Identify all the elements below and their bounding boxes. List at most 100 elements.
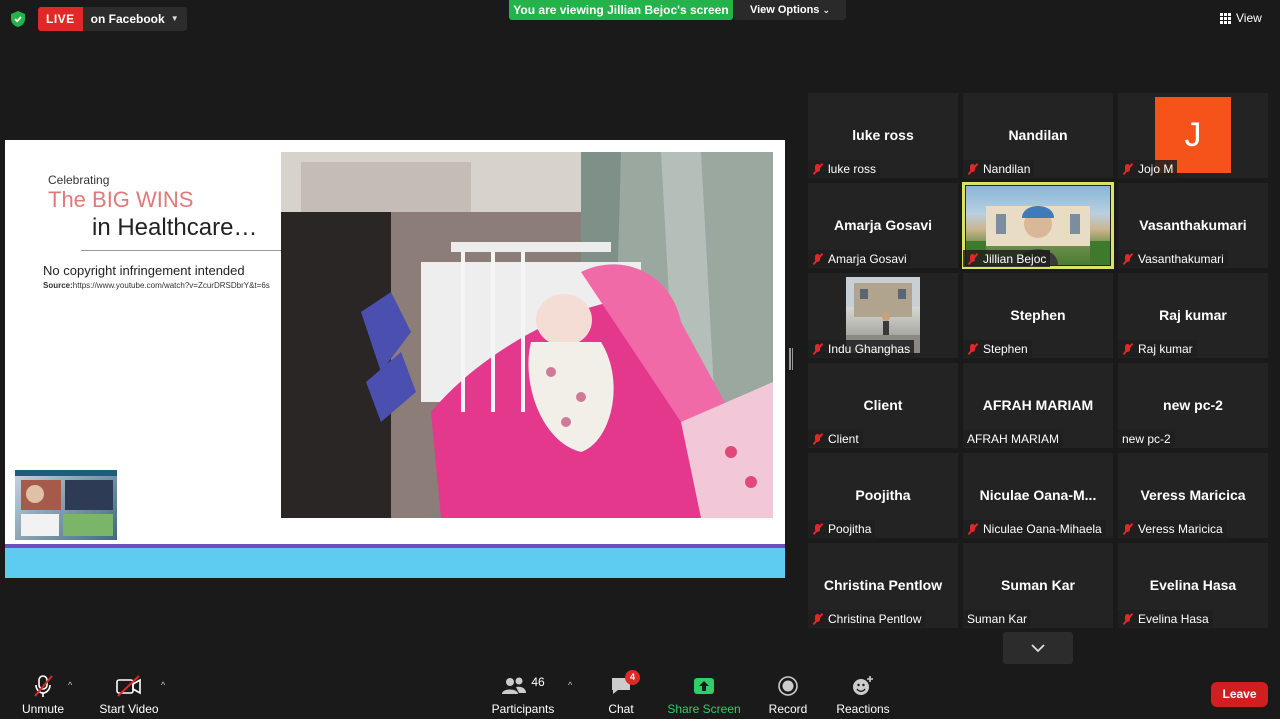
participants-button[interactable]: 46 Participants bbox=[492, 674, 555, 716]
share-screen-button[interactable]: Share Screen bbox=[667, 674, 741, 716]
participant-tile[interactable]: new pc-2 new pc-2 bbox=[1118, 363, 1268, 448]
participant-name: Niculae Oana-Mihaela bbox=[983, 521, 1102, 536]
slide-copyright-text: No copyright infringement intended bbox=[43, 263, 245, 278]
participant-name: Amarja Gosavi bbox=[828, 251, 907, 266]
microphone-muted-icon bbox=[812, 613, 824, 625]
chat-unread-badge: 4 bbox=[625, 670, 640, 685]
participant-display-name: AFRAH MARIAM bbox=[982, 397, 1094, 413]
participant-name-label: Jillian Bejoc bbox=[963, 250, 1051, 267]
start-video-label: Start Video bbox=[99, 702, 159, 716]
reactions-label: Reactions bbox=[836, 702, 890, 716]
participant-tile[interactable]: Suman Kar Suman Kar bbox=[963, 543, 1113, 628]
participant-tile[interactable]: J Jojo M bbox=[1118, 93, 1268, 178]
participant-name: Veress Maricica bbox=[1138, 521, 1223, 536]
participant-name-label: Amarja Gosavi bbox=[808, 250, 911, 267]
conference-poster-thumbnail bbox=[15, 470, 117, 540]
participant-tile[interactable]: Indu Ghanghas bbox=[808, 273, 958, 358]
microphone-muted-icon bbox=[1122, 523, 1134, 535]
viewing-screen-banner: You are viewing Jillian Bejoc's screen bbox=[509, 0, 733, 20]
microphone-muted-icon bbox=[967, 523, 979, 535]
share-screen-label: Share Screen bbox=[667, 702, 741, 716]
security-shield-icon[interactable] bbox=[10, 10, 26, 28]
participant-tile[interactable]: AFRAH MARIAM AFRAH MARIAM bbox=[963, 363, 1113, 448]
chevron-down-icon bbox=[1031, 643, 1045, 652]
participant-display-name: Veress Maricica bbox=[1140, 487, 1246, 503]
microphone-muted-icon bbox=[1122, 343, 1134, 355]
record-icon bbox=[777, 674, 799, 698]
participant-display-name: Niculae Oana-M... bbox=[979, 487, 1097, 503]
view-button[interactable]: View bbox=[1220, 8, 1262, 28]
participant-tile[interactable]: Raj kumar Raj kumar bbox=[1118, 273, 1268, 358]
participant-name: new pc-2 bbox=[1122, 431, 1171, 446]
participant-tile[interactable]: Niculae Oana-M... Niculae Oana-Mihaela bbox=[963, 453, 1113, 538]
chevron-down-icon: ▼ bbox=[170, 14, 179, 23]
participant-name: Vasanthakumari bbox=[1138, 251, 1224, 266]
participant-name: Nandilan bbox=[983, 161, 1031, 176]
participant-display-name: Raj kumar bbox=[1159, 307, 1227, 323]
participant-name-label: luke ross bbox=[808, 160, 881, 177]
shared-screen[interactable]: Celebrating The BIG WINS in Healthcare… … bbox=[5, 140, 785, 578]
split-resize-handle[interactable] bbox=[789, 348, 792, 370]
participant-display-name: Nandilan bbox=[1008, 127, 1068, 143]
leave-meeting-button[interactable]: Leave bbox=[1211, 682, 1268, 707]
participant-name-label: AFRAH MARIAM bbox=[963, 430, 1064, 447]
reactions-button[interactable]: Reactions bbox=[836, 674, 890, 716]
participant-tile[interactable]: Stephen Stephen bbox=[963, 273, 1113, 358]
slide-celebrating-text: Celebrating bbox=[48, 173, 110, 187]
slide-big-wins-text: The BIG WINS bbox=[48, 187, 194, 212]
participant-name: AFRAH MARIAM bbox=[967, 431, 1060, 446]
video-options-caret[interactable]: ^ bbox=[161, 680, 165, 690]
participant-name: luke ross bbox=[828, 161, 877, 176]
microphone-muted-icon bbox=[1122, 163, 1134, 175]
chat-icon-wrap: 4 bbox=[610, 670, 640, 698]
start-video-button[interactable]: Start Video bbox=[99, 674, 159, 716]
participant-display-name: luke ross bbox=[852, 127, 914, 143]
participants-options-caret[interactable]: ^ bbox=[568, 680, 572, 690]
participant-name-label: Indu Ghanghas bbox=[808, 340, 915, 357]
participants-count: 46 bbox=[531, 675, 545, 689]
participant-tile[interactable]: Amarja Gosavi Amarja Gosavi bbox=[808, 183, 958, 268]
participant-display-name: Stephen bbox=[1010, 307, 1066, 323]
microphone-muted-icon bbox=[967, 253, 979, 265]
chat-label: Chat bbox=[608, 702, 634, 716]
microphone-muted-icon bbox=[967, 343, 979, 355]
participant-name: Poojitha bbox=[828, 521, 872, 536]
participant-tile[interactable]: luke ross luke ross bbox=[808, 93, 958, 178]
live-stream-control[interactable]: LIVE on Facebook ▼ bbox=[38, 7, 187, 31]
participant-name-label: Stephen bbox=[963, 340, 1032, 357]
participant-tile[interactable]: Veress Maricica Veress Maricica bbox=[1118, 453, 1268, 538]
participant-tile[interactable]: Vasanthakumari Vasanthakumari bbox=[1118, 183, 1268, 268]
participant-display-name: new pc-2 bbox=[1163, 397, 1223, 413]
participant-name-label: Evelina Hasa bbox=[1118, 610, 1213, 627]
record-button[interactable]: Record bbox=[768, 674, 808, 716]
participant-tile[interactable]: Jillian Bejoc bbox=[962, 182, 1114, 269]
microphone-muted-icon bbox=[812, 343, 824, 355]
unmute-button[interactable]: Unmute bbox=[20, 674, 66, 716]
chat-button[interactable]: 4 Chat bbox=[606, 670, 640, 716]
gallery-next-page-button[interactable] bbox=[1003, 632, 1073, 664]
participant-name-label: new pc-2 bbox=[1118, 430, 1175, 447]
video-camera-off-icon bbox=[115, 674, 143, 698]
participant-tile[interactable]: Nandilan Nandilan bbox=[963, 93, 1113, 178]
audio-options-caret[interactable]: ^ bbox=[68, 680, 72, 690]
participant-tile[interactable]: Evelina Hasa Evelina Hasa bbox=[1118, 543, 1268, 628]
slide-divider bbox=[81, 250, 281, 251]
microphone-muted-icon bbox=[967, 163, 979, 175]
live-destination-dropdown[interactable]: on Facebook ▼ bbox=[82, 7, 187, 31]
participant-name-label: Client bbox=[808, 430, 863, 447]
participant-name: Jojo M bbox=[1138, 161, 1174, 176]
record-label: Record bbox=[768, 702, 808, 716]
smiley-reaction-icon bbox=[851, 674, 875, 698]
participant-name: Raj kumar bbox=[1138, 341, 1193, 356]
participant-display-name: Vasanthakumari bbox=[1139, 217, 1247, 233]
participant-name-label: Niculae Oana-Mihaela bbox=[963, 520, 1106, 537]
unmute-label: Unmute bbox=[21, 702, 65, 716]
slide-source-text: Source:https://www.youtube.com/watch?v=Z… bbox=[43, 281, 270, 290]
participant-tile[interactable]: Christina Pentlow Christina Pentlow bbox=[808, 543, 958, 628]
slide-footer-band bbox=[5, 548, 785, 578]
participant-tile[interactable]: Poojitha Poojitha bbox=[808, 453, 958, 538]
share-screen-icon bbox=[693, 674, 715, 698]
participant-name-label: Poojitha bbox=[808, 520, 876, 537]
participant-tile[interactable]: Client Client bbox=[808, 363, 958, 448]
view-options-button[interactable]: View Options ⌄ bbox=[734, 0, 846, 20]
